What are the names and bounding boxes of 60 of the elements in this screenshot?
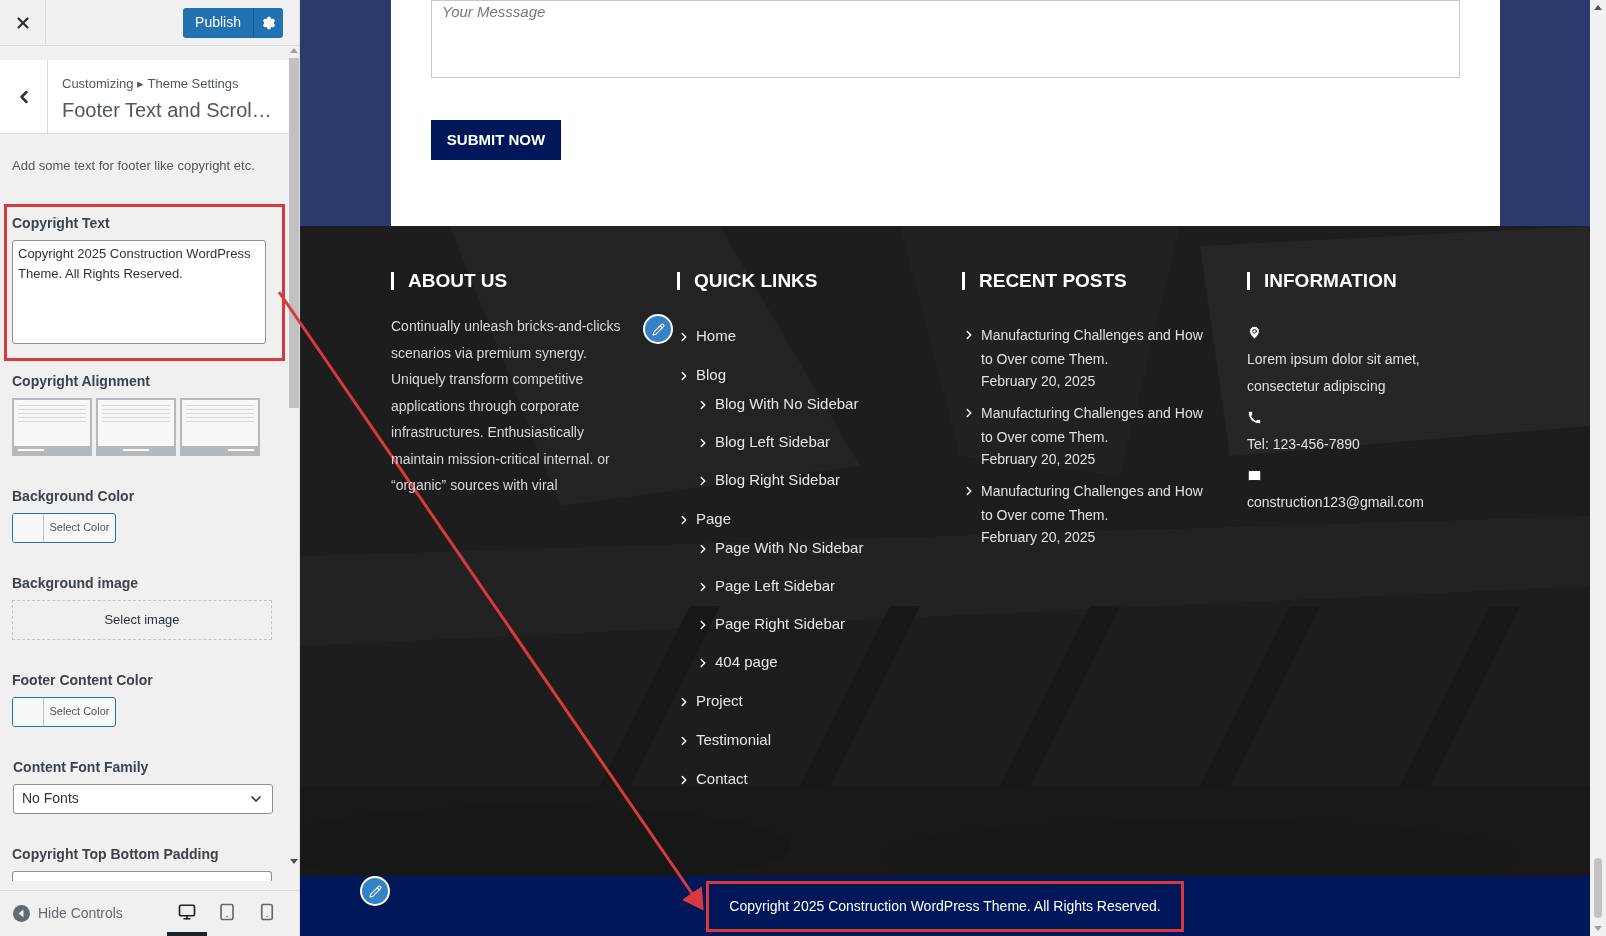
footer-link[interactable]: Blog xyxy=(696,364,727,387)
footer-link[interactable]: Blog With No Sidebar xyxy=(715,393,859,416)
copyright-text-field[interactable]: Copyright 2025 Construction WordPress Theme. All Rights Reserved. xyxy=(12,239,266,344)
padding-field[interactable] xyxy=(12,870,272,881)
control-label: Background Color xyxy=(12,486,136,506)
select-image-button[interactable]: Select image xyxy=(12,599,272,640)
footer-link[interactable]: Page With No Sidebar xyxy=(715,537,864,560)
footer-link[interactable]: Testimonial xyxy=(696,729,772,752)
footer-heading: INFORMATION xyxy=(1264,268,1397,293)
preview-scrollbar[interactable] xyxy=(1590,0,1606,936)
control-label: Copyright Text xyxy=(12,213,111,233)
footer-link[interactable]: Page xyxy=(696,508,732,531)
alignment-option[interactable] xyxy=(12,397,92,456)
copyright-bar-text: Copyright 2025 Construction WordPress Theme. All Rights Reserved. xyxy=(706,880,1184,932)
contact-info-text: construction123@gmail.com xyxy=(1247,493,1425,512)
footer-heading: RECENT POSTS xyxy=(979,268,1127,293)
control-label: Copyright Top Bottom Padding xyxy=(12,844,220,864)
phone-icon xyxy=(1247,410,1262,425)
footer-link[interactable]: Page Left Sidebar xyxy=(715,575,836,598)
mobile-icon xyxy=(258,902,276,921)
submit-button[interactable]: SUBMIT NOW xyxy=(431,120,561,160)
post-title-link[interactable]: Manufacturing Challenges and How to Over come Them. xyxy=(981,479,1211,527)
select-color-button[interactable]: Select Color xyxy=(12,696,116,727)
message-field[interactable]: Your Messsage xyxy=(431,0,1460,78)
footer-link[interactable]: Contact xyxy=(696,768,748,791)
collapse-icon xyxy=(13,905,30,922)
hide-controls-button[interactable]: Hide Controls xyxy=(0,903,123,924)
settings-button[interactable] xyxy=(253,7,283,38)
post-title-link[interactable]: Manufacturing Challenges and How to Over come Them. xyxy=(981,323,1211,371)
post-date: February 20, 2025 xyxy=(981,372,1097,391)
email-icon xyxy=(1247,468,1262,483)
footer-link[interactable]: Project xyxy=(696,690,743,713)
location-icon xyxy=(1247,325,1262,340)
publish-button[interactable]: Publish xyxy=(183,7,253,38)
control-label: Content Font Family xyxy=(13,757,150,777)
footer-link[interactable]: Blog Right Sidebar xyxy=(715,469,841,492)
settings-icon xyxy=(261,15,276,30)
alignment-option[interactable] xyxy=(180,397,260,456)
footer-link[interactable]: 404 page xyxy=(715,651,778,674)
desktop-icon xyxy=(178,902,196,921)
footer-link[interactable]: Home xyxy=(696,325,736,348)
breadcrumb: Customizing ▸ Theme Settings xyxy=(62,75,240,93)
post-title-link[interactable]: Manufacturing Challenges and How to Over come Them. xyxy=(981,401,1211,449)
control-label: Footer Content Color xyxy=(12,670,154,690)
section-title: Footer Text and Scrol… xyxy=(62,97,272,123)
section-description: Add some text for footer like copyright etc. xyxy=(11,157,256,175)
control-label: Copyright Alignment xyxy=(12,371,151,391)
alignment-option[interactable] xyxy=(96,397,176,456)
post-date: February 20, 2025 xyxy=(981,450,1097,469)
footer-heading: QUICK LINKS xyxy=(694,268,818,293)
font-family-select[interactable]: No Fonts xyxy=(13,783,273,814)
tablet-icon xyxy=(218,902,236,921)
contact-info-text: Lorem ipsum dolor sit amet, consectetur adipiscing xyxy=(1247,350,1421,396)
footer-link[interactable]: Blog Left Sidebar xyxy=(715,431,831,454)
footer-heading: ABOUT US xyxy=(408,268,508,293)
select-color-button[interactable]: Select Color xyxy=(12,512,116,543)
footer-link[interactable]: Page Right Sidebar xyxy=(715,613,846,636)
control-label: Background image xyxy=(12,573,140,593)
post-date: February 20, 2025 xyxy=(981,528,1097,547)
contact-info-text: Tel: 123-456-7890 xyxy=(1247,435,1361,454)
